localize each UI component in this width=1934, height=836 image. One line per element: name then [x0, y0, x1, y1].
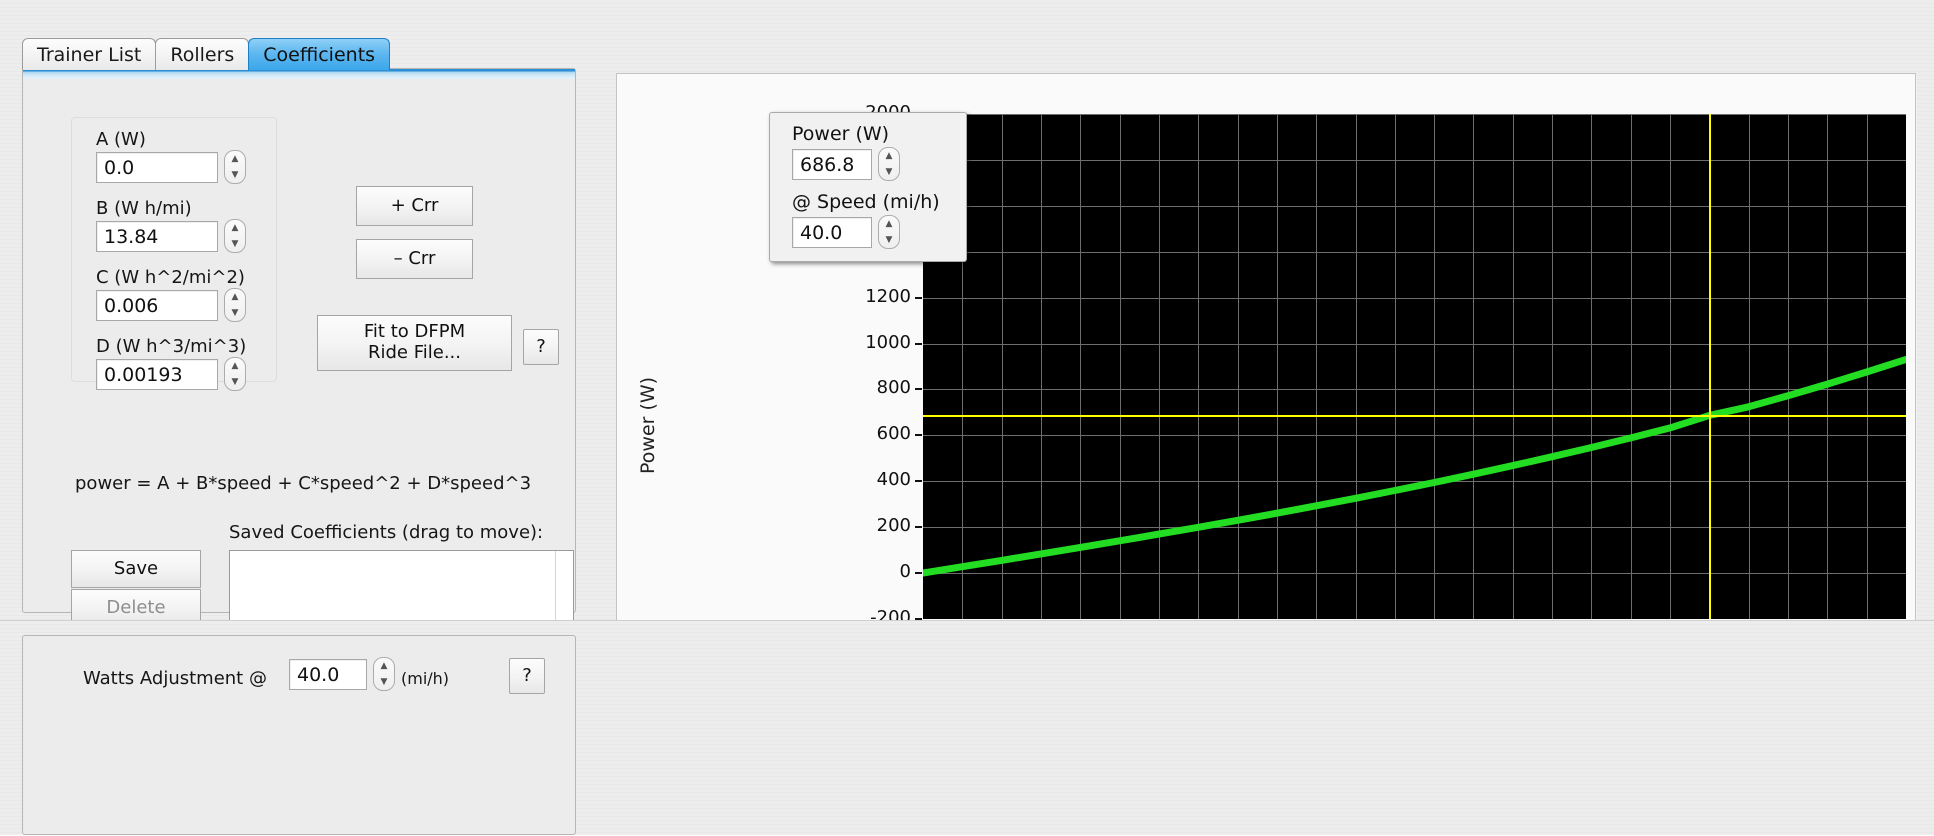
- stepper-readout-speed[interactable]: ▲ ▼: [878, 215, 900, 249]
- y-axis-tick-label: 200: [876, 515, 911, 537]
- watts-adjustment-help-button[interactable]: ?: [509, 658, 545, 694]
- y-axis-tick-mark: [915, 480, 922, 483]
- chevron-up-icon: ▲: [885, 218, 893, 229]
- y-axis-tick-label: 0: [899, 561, 911, 583]
- tab-bar: Trainer List Rollers Coefficients: [22, 36, 391, 70]
- label-coefficient-c: C (W h^2/mi^2): [96, 267, 245, 288]
- y-axis-tick-mark: [915, 572, 922, 575]
- input-coefficient-d[interactable]: 0.00193: [96, 359, 218, 390]
- watts-adjustment-panel: Watts Adjustment @ 40.0 ▲ ▼ (mi/h) ?: [22, 635, 576, 835]
- readout-box: Power (W) 686.8 ▲ ▼ @ Speed (mi/h) 40.0 …: [769, 112, 967, 262]
- tab-coefficients[interactable]: Coefficients: [248, 38, 391, 70]
- chevron-up-icon: ▲: [231, 291, 239, 302]
- chart-plot-area[interactable]: [923, 114, 1906, 619]
- crosshair-vertical[interactable]: [1709, 114, 1711, 619]
- label-watts-adjustment: Watts Adjustment @: [83, 668, 267, 689]
- chevron-down-icon: ▼: [380, 676, 388, 687]
- label-watts-adjustment-unit: (mi/h): [401, 669, 450, 688]
- stepper-coefficient-a[interactable]: ▲ ▼: [224, 150, 246, 184]
- y-axis-tick-mark: [915, 526, 922, 529]
- label-coefficient-a: A (W): [96, 129, 146, 150]
- label-coefficient-d: D (W h^3/mi^3): [96, 336, 247, 357]
- fit-help-button[interactable]: ?: [523, 329, 559, 365]
- label-readout-speed: @ Speed (mi/h): [792, 191, 940, 213]
- crosshair-horizontal[interactable]: [923, 415, 1906, 417]
- y-axis-tick-mark: [915, 342, 922, 345]
- minus-crr-button[interactable]: – Crr: [356, 239, 473, 279]
- coefficient-group: A (W) 0.0 ▲ ▼ B (W h/mi) 13.84 ▲ ▼ C (W …: [71, 117, 277, 391]
- chevron-up-icon: ▲: [231, 222, 239, 233]
- stepper-readout-power[interactable]: ▲ ▼: [878, 147, 900, 181]
- stepper-coefficient-c[interactable]: ▲ ▼: [224, 288, 246, 322]
- chevron-down-icon: ▼: [885, 234, 893, 245]
- y-axis-tick-label: 600: [876, 423, 911, 445]
- tab-label: Coefficients: [263, 43, 376, 66]
- fit-to-dfpm-ride-file-button[interactable]: Fit to DFPM Ride File...: [317, 315, 512, 371]
- chevron-up-icon: ▲: [231, 153, 239, 164]
- chart-y-axis-title: Power (W): [637, 376, 659, 474]
- y-axis-tick-mark: [915, 296, 922, 299]
- input-readout-power[interactable]: 686.8: [792, 149, 872, 180]
- y-axis-tick-label: 800: [876, 377, 911, 399]
- stepper-coefficient-d[interactable]: ▲ ▼: [224, 357, 246, 391]
- label-coefficient-b: B (W h/mi): [96, 198, 192, 219]
- power-curve: [923, 356, 1906, 577]
- y-axis-tick-label: 1000: [865, 331, 911, 353]
- chevron-down-icon: ▼: [231, 376, 239, 387]
- tab-label: Trainer List: [37, 43, 142, 66]
- input-coefficient-c[interactable]: 0.006: [96, 290, 218, 321]
- tab-trainer-list[interactable]: Trainer List: [22, 38, 157, 70]
- tab-label: Rollers: [170, 43, 235, 66]
- input-readout-speed[interactable]: 40.0: [792, 217, 872, 248]
- stepper-watts-adjustment-speed[interactable]: ▲ ▼: [373, 657, 395, 691]
- power-formula-text: power = A + B*speed + C*speed^2 + D*spee…: [75, 473, 532, 494]
- plus-crr-button[interactable]: + Crr: [356, 186, 473, 226]
- save-button[interactable]: Save: [71, 550, 201, 588]
- tab-rollers[interactable]: Rollers: [155, 38, 250, 70]
- input-coefficient-a[interactable]: 0.0: [96, 152, 218, 183]
- coefficients-panel: A (W) 0.0 ▲ ▼ B (W h/mi) 13.84 ▲ ▼ C (W …: [22, 68, 576, 667]
- y-axis-tick-mark: [915, 434, 922, 437]
- label-readout-power: Power (W): [792, 123, 890, 145]
- input-coefficient-b[interactable]: 13.84: [96, 221, 218, 252]
- power-speed-chart: Power (W) Speed (mi/h) -2000200400600800…: [616, 73, 1917, 658]
- bottom-strip: Watts Adjustment @ 40.0 ▲ ▼ (mi/h) ?: [0, 620, 1934, 836]
- chevron-up-icon: ▲: [380, 660, 388, 671]
- chevron-down-icon: ▼: [231, 307, 239, 318]
- chevron-down-icon: ▼: [231, 238, 239, 249]
- chevron-up-icon: ▲: [231, 360, 239, 371]
- y-axis-tick-mark: [915, 388, 922, 391]
- panel-top-accent: [23, 69, 575, 79]
- input-watts-adjustment-speed[interactable]: 40.0: [289, 659, 367, 690]
- chevron-up-icon: ▲: [885, 150, 893, 161]
- stepper-coefficient-b[interactable]: ▲ ▼: [224, 219, 246, 253]
- y-axis-tick-label: 1200: [865, 285, 911, 307]
- y-axis-tick-label: 400: [876, 469, 911, 491]
- chevron-down-icon: ▼: [885, 166, 893, 177]
- saved-coefficients-label: Saved Coefficients (drag to move):: [229, 522, 544, 543]
- chevron-down-icon: ▼: [231, 169, 239, 180]
